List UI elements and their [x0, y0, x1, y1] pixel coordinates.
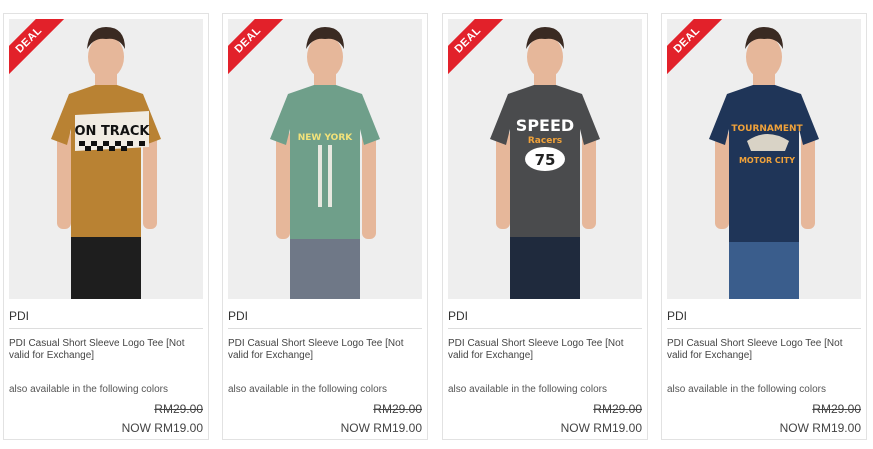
colors-note: also available in the following colors	[448, 384, 607, 395]
colors-note: also available in the following colors	[228, 384, 387, 395]
sale-price: NOW RM19.00	[779, 421, 861, 435]
divider	[228, 328, 422, 329]
brand-name[interactable]: PDI	[448, 309, 468, 323]
product-image[interactable]: TOURNAMENT MOTOR CITY DEAL	[667, 19, 861, 299]
product-card[interactable]: SPEED Racers 75 DEAL PDI PDI Casual Shor…	[442, 13, 648, 440]
product-title[interactable]: PDI Casual Short Sleeve Logo Tee [Not va…	[667, 338, 861, 362]
brand-name[interactable]: PDI	[9, 309, 29, 323]
original-price: RM29.00	[373, 402, 422, 416]
sale-price: NOW RM19.00	[121, 421, 203, 435]
product-title[interactable]: PDI Casual Short Sleeve Logo Tee [Not va…	[9, 338, 203, 362]
brand-name[interactable]: PDI	[228, 309, 248, 323]
divider	[448, 328, 642, 329]
shirt-print-text-2: Racers	[528, 136, 562, 146]
product-card[interactable]: NEW YORK DEAL PDI PDI Casual Short Sleev…	[222, 13, 428, 440]
product-image[interactable]: SPEED Racers 75 DEAL	[448, 19, 642, 299]
deal-badge: DEAL	[667, 19, 730, 82]
shirt-print-text: TOURNAMENT	[731, 124, 803, 134]
shirt-print-number: 75	[535, 151, 556, 169]
divider	[9, 328, 203, 329]
shirt-print-text-2: MOTOR CITY	[739, 156, 795, 165]
product-image[interactable]: NEW YORK DEAL	[228, 19, 422, 299]
original-price: RM29.00	[593, 402, 642, 416]
shirt-print-text: ON TRACK	[74, 124, 150, 139]
sale-price: NOW RM19.00	[560, 421, 642, 435]
product-title[interactable]: PDI Casual Short Sleeve Logo Tee [Not va…	[228, 338, 422, 362]
shirt-print-text: NEW YORK	[298, 133, 354, 143]
product-card[interactable]: ON TRACK DEAL PDI PDI Casual Short Sleev…	[3, 13, 209, 440]
product-title[interactable]: PDI Casual Short Sleeve Logo Tee [Not va…	[448, 338, 642, 362]
divider	[667, 328, 861, 329]
product-card[interactable]: TOURNAMENT MOTOR CITY DEAL PDI PDI Casua…	[661, 13, 867, 440]
deal-badge: DEAL	[228, 19, 291, 82]
colors-note: also available in the following colors	[9, 384, 168, 395]
sale-price: NOW RM19.00	[340, 421, 422, 435]
original-price: RM29.00	[812, 402, 861, 416]
colors-note: also available in the following colors	[667, 384, 826, 395]
shirt-print-text: SPEED	[516, 116, 574, 135]
deal-badge: DEAL	[448, 19, 511, 82]
brand-name[interactable]: PDI	[667, 309, 687, 323]
deal-badge: DEAL	[9, 19, 72, 82]
original-price: RM29.00	[154, 402, 203, 416]
product-image[interactable]: ON TRACK DEAL	[9, 19, 203, 299]
